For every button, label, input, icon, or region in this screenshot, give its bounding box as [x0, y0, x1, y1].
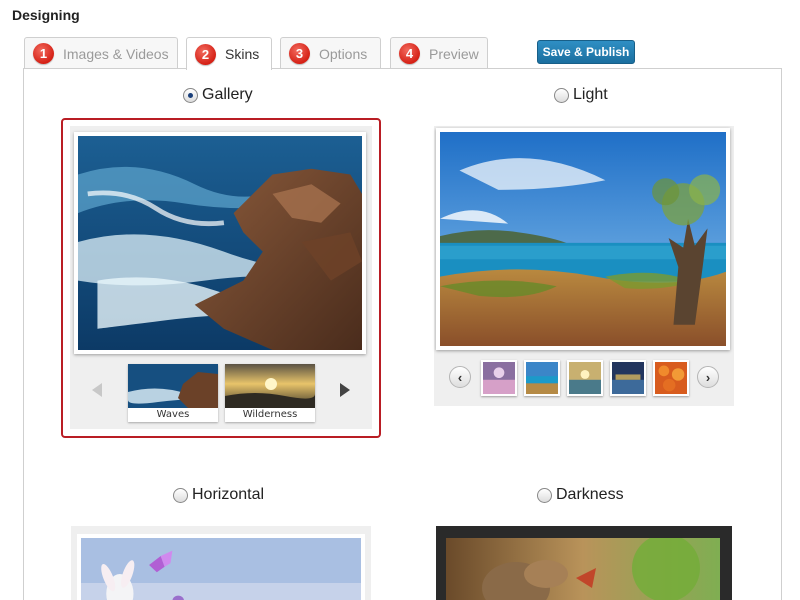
island-landscape-image [436, 128, 730, 350]
tab-label: Skins [225, 46, 260, 62]
next-arrow-icon[interactable]: › [697, 366, 719, 388]
horizontal-skin-preview[interactable] [71, 526, 371, 600]
skin-option-horizontal[interactable]: Horizontal [173, 486, 264, 504]
waves-thumb-image [128, 364, 218, 408]
skin-label: Gallery [202, 86, 253, 103]
next-arrow-icon[interactable] [340, 383, 350, 397]
tab-options[interactable]: 3 Options [280, 37, 381, 69]
mini-thumb-3[interactable] [567, 360, 603, 396]
step-number-badge: 3 [289, 43, 310, 64]
skin-label: Darkness [556, 486, 624, 503]
animated-squirrel-image [446, 538, 720, 600]
tab-label: Images & Videos [63, 45, 169, 62]
wilderness-thumb-image [225, 364, 315, 408]
skin-label: Light [573, 86, 608, 103]
thumb-caption: Wilderness [225, 408, 315, 422]
mini-thumb-2[interactable] [524, 360, 560, 396]
gallery-skin-preview[interactable]: Waves Wilderness [70, 126, 372, 429]
tab-images-videos[interactable]: 1 Images & Videos [24, 37, 178, 69]
mini-thumb-4[interactable] [610, 360, 646, 396]
mini-thumb-1[interactable] [481, 360, 517, 396]
save-publish-button[interactable]: Save & Publish [537, 40, 635, 64]
skin-option-darkness[interactable]: Darkness [537, 486, 624, 504]
step-number-badge: 1 [33, 43, 54, 64]
waves-image [74, 132, 366, 354]
skin-label: Horizontal [192, 486, 265, 503]
thumbnail-wilderness[interactable]: Wilderness [225, 364, 315, 422]
light-skin-preview[interactable]: ‹ › [434, 126, 734, 406]
prev-arrow-icon[interactable] [92, 383, 102, 397]
radio-darkness[interactable] [537, 487, 552, 503]
tab-skins[interactable]: 2 Skins [186, 37, 272, 70]
tab-label: Options [319, 45, 368, 62]
tab-label: Preview [429, 45, 479, 62]
mini-thumb-5[interactable] [653, 360, 689, 396]
radio-light[interactable] [554, 87, 569, 103]
darkness-skin-preview[interactable] [436, 526, 732, 600]
radio-horizontal[interactable] [173, 487, 188, 503]
thumb-caption: Waves [128, 408, 218, 422]
step-number-badge: 4 [399, 43, 420, 64]
thumbnail-waves[interactable]: Waves [128, 364, 218, 422]
tab-preview[interactable]: 4 Preview [390, 37, 488, 69]
page-heading: Designing [12, 7, 80, 23]
skin-option-light[interactable]: Light [554, 86, 608, 104]
prev-arrow-icon[interactable]: ‹ [449, 366, 471, 388]
skin-option-gallery[interactable]: Gallery [183, 86, 253, 104]
animated-bunny-image [77, 534, 365, 600]
radio-gallery[interactable] [183, 87, 198, 103]
step-number-badge: 2 [195, 43, 216, 65]
